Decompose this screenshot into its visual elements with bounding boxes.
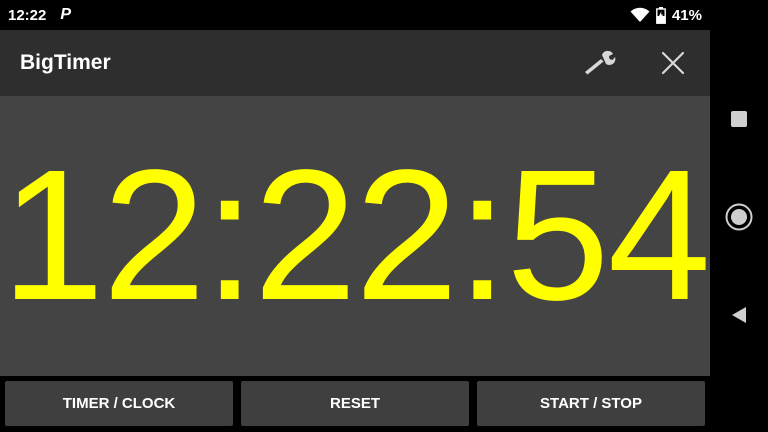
wrench-icon[interactable] (582, 46, 616, 80)
navigation-bar (710, 0, 768, 432)
status-right: 41% (630, 6, 702, 24)
clock-display-area[interactable]: 12:22:54 (0, 96, 710, 376)
app-actions (582, 46, 690, 80)
reset-button[interactable]: RESET (241, 381, 469, 426)
recents-square-icon[interactable] (722, 102, 756, 136)
app-title: BigTimer (20, 51, 111, 74)
parking-app-icon: P (60, 6, 72, 23)
button-row: TIMER / CLOCK RESET START / STOP (0, 376, 710, 432)
status-time: 12:22 (8, 6, 47, 24)
app-bar: BigTimer (0, 30, 710, 96)
status-left: 12:22 P (8, 6, 71, 24)
close-icon[interactable] (656, 46, 690, 80)
start-stop-button[interactable]: START / STOP (477, 381, 705, 426)
home-circle-icon[interactable] (722, 200, 756, 234)
battery-percent: 41% (671, 6, 702, 24)
back-triangle-icon[interactable] (722, 298, 756, 332)
wifi-icon (630, 7, 650, 23)
screen: 12:22 P 41% BigTimer 12:22:54 TIMER / CL… (0, 0, 768, 432)
status-bar: 12:22 P 41% (0, 0, 710, 30)
timer-clock-button[interactable]: TIMER / CLOCK (5, 381, 233, 426)
battery-charging-icon (656, 6, 666, 24)
clock-display: 12:22:54 (0, 132, 710, 339)
